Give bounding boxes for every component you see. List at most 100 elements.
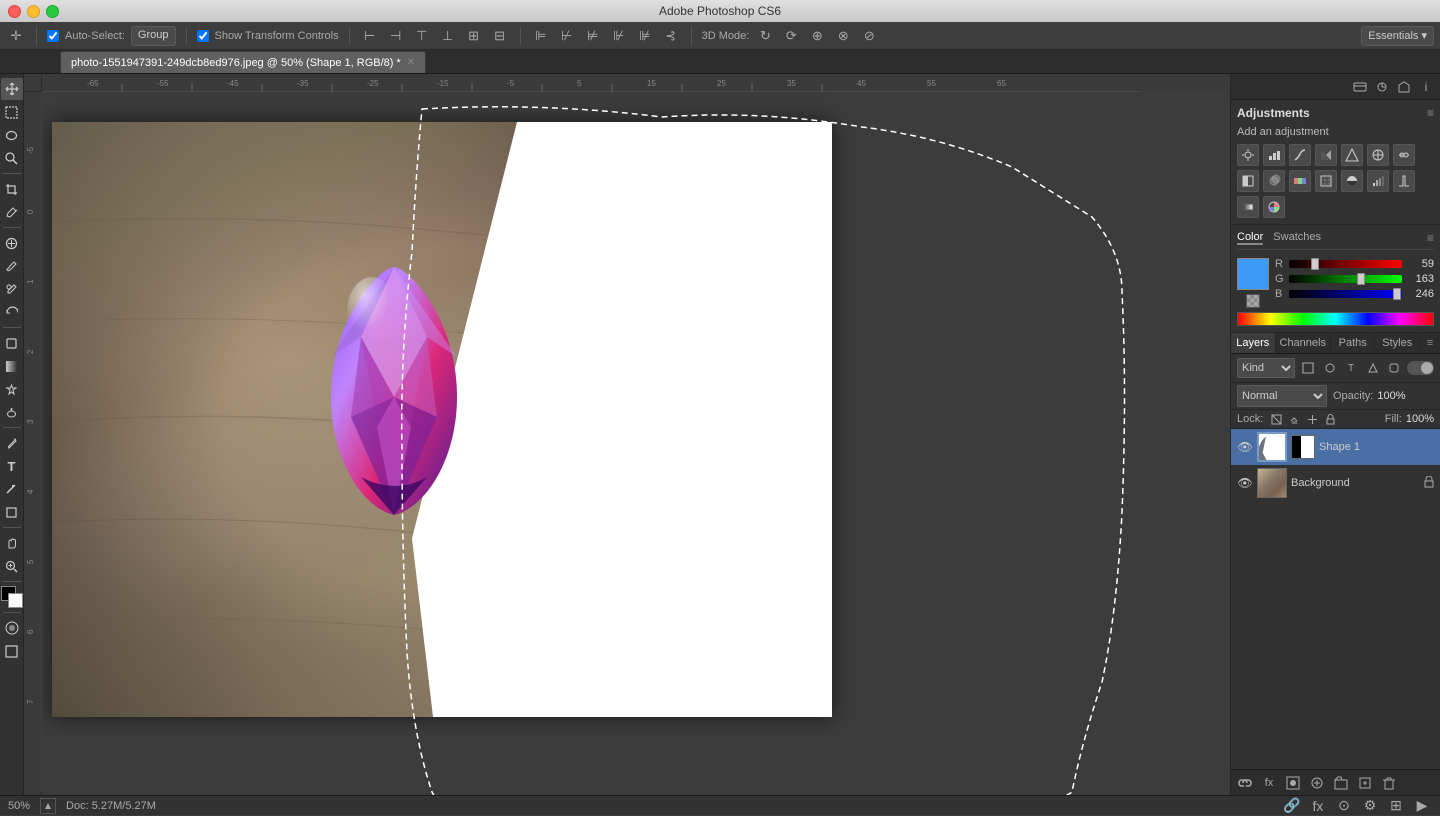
3d-pan-icon[interactable]: ⊕: [807, 26, 827, 46]
blendmode-select[interactable]: Normal: [1237, 385, 1327, 407]
align-bottom-icon[interactable]: ⊟: [490, 26, 510, 46]
new-group-icon[interactable]: [1331, 773, 1351, 793]
adj-exposure[interactable]: [1315, 144, 1337, 166]
canvas-info-icon[interactable]: [40, 798, 56, 814]
adj-hsl[interactable]: [1367, 144, 1389, 166]
adj-posterize[interactable]: [1367, 170, 1389, 192]
3d-slide-icon[interactable]: ⊗: [833, 26, 853, 46]
adjustments-menu[interactable]: ≡: [1427, 106, 1434, 120]
filter-smart-icon[interactable]: [1385, 359, 1402, 377]
lock-all-icon[interactable]: [1323, 412, 1337, 426]
3d-scale-icon[interactable]: ⊘: [859, 26, 879, 46]
status-fx-icon[interactable]: fx: [1308, 796, 1328, 816]
foreground-bg-color[interactable]: [1, 586, 23, 608]
move-tool-icon[interactable]: ✛: [6, 26, 26, 46]
essentials-dropdown[interactable]: Essentials ▾: [1361, 26, 1434, 46]
adj-invert[interactable]: [1341, 170, 1363, 192]
blue-slider[interactable]: [1289, 290, 1402, 298]
document-tab[interactable]: photo-1551947391-249dcb8ed976.jpeg @ 50%…: [60, 51, 426, 73]
path-select-tool[interactable]: [1, 478, 23, 500]
maximize-button[interactable]: [46, 5, 59, 18]
filter-shape-icon[interactable]: [1364, 359, 1381, 377]
hand-tool[interactable]: [1, 532, 23, 554]
panel-toggle-2[interactable]: [1372, 77, 1392, 97]
filter-kind-select[interactable]: Kind: [1237, 358, 1295, 378]
adj-threshold[interactable]: [1393, 170, 1415, 192]
align-center-h-icon[interactable]: ⊣: [386, 26, 406, 46]
adj-selective-color[interactable]: [1263, 196, 1285, 218]
adj-photofilter[interactable]: [1263, 170, 1285, 192]
adj-curves[interactable]: [1289, 144, 1311, 166]
blur-tool[interactable]: [1, 378, 23, 400]
canvas-content[interactable]: .marching-ants { stroke: white; stroke-w…: [42, 92, 1230, 795]
quickmask-tool[interactable]: [1, 617, 23, 639]
distribute4-icon[interactable]: ⊮: [609, 26, 629, 46]
color-swatch-fg[interactable]: [1237, 258, 1269, 290]
layer-background[interactable]: 👁 Background: [1231, 465, 1440, 501]
new-fill-layer-icon[interactable]: [1307, 773, 1327, 793]
pen-tool[interactable]: [1, 432, 23, 454]
adj-gradient-map[interactable]: [1237, 196, 1259, 218]
type-tool[interactable]: T: [1, 455, 23, 477]
transform-checkbox[interactable]: [197, 30, 209, 42]
close-button[interactable]: [8, 5, 21, 18]
red-slider[interactable]: [1289, 260, 1402, 268]
marquee-tool[interactable]: [1, 101, 23, 123]
status-arrange-icon[interactable]: ⊞: [1386, 796, 1406, 816]
align-top-icon[interactable]: ⊥: [438, 26, 458, 46]
status-mask-icon[interactable]: ⊙: [1334, 796, 1354, 816]
tab-swatches[interactable]: Swatches: [1273, 231, 1321, 245]
filter-pixel-icon[interactable]: [1299, 359, 1316, 377]
distribute2-icon[interactable]: ⊬: [557, 26, 577, 46]
screen-mode-tool[interactable]: [1, 640, 23, 662]
color-panel-menu[interactable]: ≡: [1427, 231, 1434, 245]
b-value[interactable]: 246: [1406, 288, 1434, 300]
align-left-icon[interactable]: ⊢: [360, 26, 380, 46]
tab-close-icon[interactable]: ✕: [407, 57, 415, 68]
lock-position-icon[interactable]: [1305, 412, 1319, 426]
layer-visibility-shape1[interactable]: 👁: [1237, 439, 1253, 455]
align-right-icon[interactable]: ⊤: [412, 26, 432, 46]
opacity-value[interactable]: 100%: [1377, 390, 1405, 402]
layer-mask-icon[interactable]: [1283, 773, 1303, 793]
panel-toggle-4[interactable]: i: [1416, 77, 1436, 97]
tab-channels[interactable]: Channels: [1276, 333, 1331, 353]
tab-paths[interactable]: Paths: [1331, 333, 1376, 353]
panel-toggle-3[interactable]: [1394, 77, 1414, 97]
distribute5-icon[interactable]: ⊯: [635, 26, 655, 46]
filter-type-icon[interactable]: T: [1342, 359, 1359, 377]
eyedropper-tool[interactable]: [1, 201, 23, 223]
minimize-button[interactable]: [27, 5, 40, 18]
clone-tool[interactable]: [1, 278, 23, 300]
distribute3-icon[interactable]: ⊭: [583, 26, 603, 46]
g-value[interactable]: 163: [1406, 273, 1434, 285]
fill-value[interactable]: 100%: [1406, 413, 1434, 425]
history-tool[interactable]: [1, 301, 23, 323]
3d-roll-icon[interactable]: ⟳: [781, 26, 801, 46]
status-nav-icon[interactable]: ▶: [1412, 796, 1432, 816]
status-link-icon[interactable]: 🔗: [1282, 796, 1302, 816]
auto-select-checkbox[interactable]: [47, 30, 59, 42]
lock-transparent-icon[interactable]: [1269, 412, 1283, 426]
layer-visibility-bg[interactable]: 👁: [1237, 475, 1253, 491]
healing-tool[interactable]: [1, 232, 23, 254]
tab-color[interactable]: Color: [1237, 231, 1263, 245]
green-slider[interactable]: [1289, 275, 1402, 283]
color-spectrum[interactable]: [1237, 312, 1434, 326]
adj-vibrance[interactable]: [1341, 144, 1363, 166]
layer-fx-icon[interactable]: fx: [1259, 773, 1279, 793]
filter-toggle[interactable]: [1407, 361, 1434, 375]
dodge-tool[interactable]: [1, 401, 23, 423]
3d-rotate-icon[interactable]: ↻: [755, 26, 775, 46]
zoom-tool[interactable]: [1, 555, 23, 577]
lock-pixels-icon[interactable]: [1287, 412, 1301, 426]
status-settings-icon[interactable]: ⚙: [1360, 796, 1380, 816]
shape-tool[interactable]: [1, 501, 23, 523]
layers-expand[interactable]: ≡: [1420, 333, 1440, 353]
panel-toggle-1[interactable]: [1350, 77, 1370, 97]
adj-colorbalance[interactable]: [1393, 144, 1415, 166]
eraser-tool[interactable]: [1, 332, 23, 354]
gradient-tool[interactable]: [1, 355, 23, 377]
r-value[interactable]: 59: [1406, 258, 1434, 270]
move-tool[interactable]: [1, 78, 23, 100]
